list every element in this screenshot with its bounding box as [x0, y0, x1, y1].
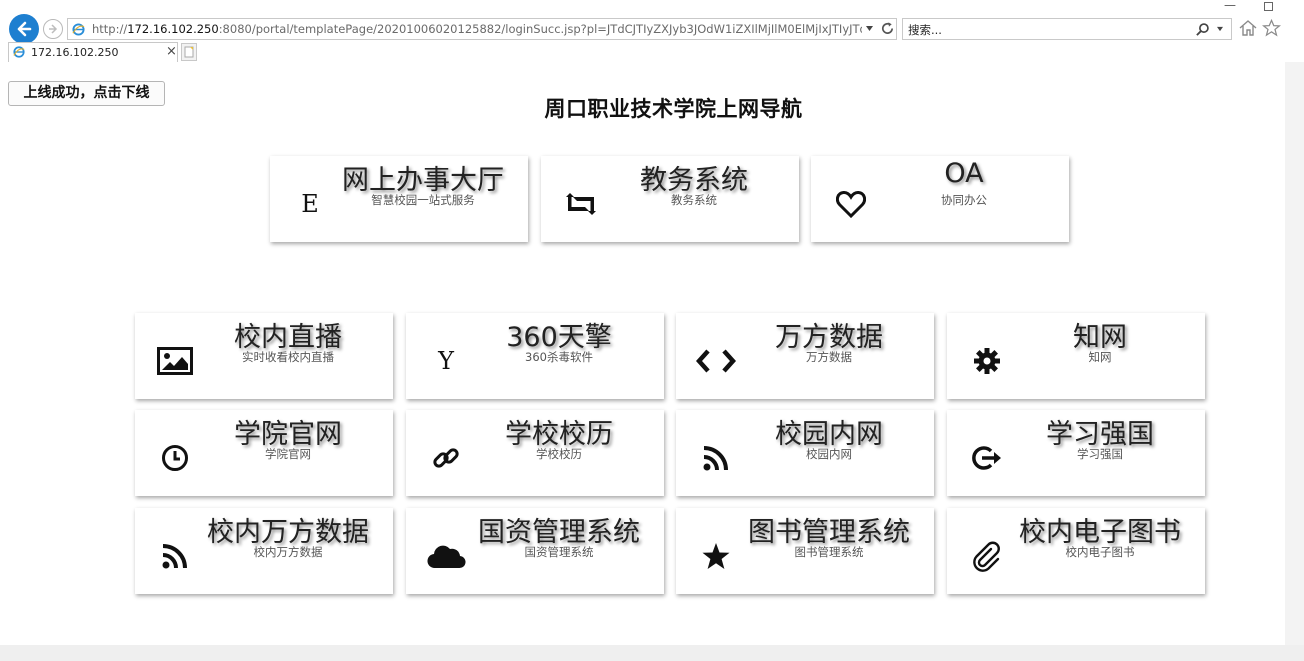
retweet-icon — [559, 182, 603, 226]
card-school-calendar[interactable]: 学校校历 学校校历 — [406, 410, 664, 496]
card-online-hall[interactable]: E 网上办事大厅 智慧校园一站式服务 — [270, 156, 528, 242]
clock-icon — [153, 436, 197, 480]
card-360[interactable]: Y 360天擎 360杀毒软件 — [406, 313, 664, 399]
back-button[interactable] — [9, 14, 39, 44]
card-subtitle: 图书管理系统 — [794, 545, 864, 559]
card-subtitle: 智慧校园一站式服务 — [371, 193, 475, 207]
rss-icon — [694, 436, 738, 480]
link-icon — [424, 436, 468, 480]
card-asset-management[interactable]: 国资管理系统 国资管理系统 — [406, 508, 664, 594]
card-subtitle: 实时收看校内直播 — [242, 350, 334, 364]
page-content: 上线成功，点击下线 周口职业技术学院上网导航 E 网上办事大厅 智慧校园一站式服… — [8, 62, 1285, 645]
card-academic-system[interactable]: 教务系统 教务系统 — [541, 156, 799, 242]
letter-y-icon: Y — [438, 347, 454, 375]
browser-tab[interactable]: 172.16.102.250 × — [8, 42, 178, 62]
code-icon — [694, 339, 738, 383]
new-tab-button[interactable] — [181, 43, 197, 61]
card-subtitle: 协同办公 — [941, 193, 987, 207]
card-subtitle: 校园内网 — [806, 447, 852, 461]
letter-e-icon: E — [301, 190, 319, 218]
card-wanfang[interactable]: 万方数据 万方数据 — [676, 313, 934, 399]
card-oa[interactable]: OA 协同办公 — [811, 156, 1069, 242]
ie-favicon-icon — [72, 23, 85, 36]
scrollbar-area — [1285, 62, 1304, 645]
paperclip-icon — [965, 534, 1009, 578]
card-internal-wanfang[interactable]: 校内万方数据 校内万方数据 — [135, 508, 393, 594]
address-bar[interactable]: http://172.16.102.250:8080/portal/templa… — [67, 18, 897, 40]
window-minimize-button[interactable]: — — [1224, 0, 1236, 12]
tab-close-button[interactable]: × — [166, 44, 177, 59]
card-subtitle: 学校校历 — [536, 447, 582, 461]
card-campus-intranet[interactable]: 校园内网 校园内网 — [676, 410, 934, 496]
card-subtitle: 360杀毒软件 — [525, 350, 593, 364]
page-title: 周口职业技术学院上网导航 — [544, 97, 803, 121]
status-bar — [0, 645, 1304, 661]
tab-favicon-icon — [13, 46, 25, 58]
address-url[interactable]: http://172.16.102.250:8080/portal/templa… — [92, 22, 862, 36]
arrow-left-icon — [17, 21, 32, 37]
search-box[interactable]: 搜索... — [902, 18, 1232, 40]
card-subtitle: 国资管理系统 — [524, 545, 594, 559]
card-subtitle: 教务系统 — [671, 193, 717, 207]
card-subtitle: 知网 — [1088, 350, 1112, 364]
card-subtitle: 校内万方数据 — [253, 545, 323, 559]
card-library-system[interactable]: 图书管理系统 图书管理系统 — [676, 508, 934, 594]
card-cnki[interactable]: 知网 知网 — [947, 313, 1205, 399]
forward-button[interactable] — [43, 19, 63, 39]
browser-chrome: — http://172.16.102.250:8080/portal/temp… — [0, 0, 1304, 62]
home-icon[interactable] — [1238, 19, 1258, 37]
arrow-right-icon — [49, 24, 58, 34]
star-icon — [694, 534, 738, 578]
tab-title: 172.16.102.250 — [31, 46, 119, 59]
window-restore-button[interactable] — [1264, 2, 1273, 11]
search-icon[interactable] — [1195, 22, 1210, 37]
card-subtitle: 学习强国 — [1077, 447, 1123, 461]
new-tab-icon — [184, 46, 194, 58]
card-xuexi-qiangguo[interactable]: 学习强国 学习强国 — [947, 410, 1205, 496]
address-dropdown-icon[interactable] — [865, 25, 874, 32]
cloud-icon — [424, 534, 468, 578]
favorites-star-icon[interactable] — [1262, 19, 1281, 37]
sign-out-icon — [965, 436, 1009, 480]
search-dropdown-icon[interactable] — [1216, 26, 1224, 32]
rss-icon — [153, 534, 197, 578]
refresh-icon[interactable] — [880, 21, 895, 36]
search-input[interactable]: 搜索... — [908, 22, 942, 38]
card-college-site[interactable]: 学院官网 学院官网 — [135, 410, 393, 496]
gear-icon — [965, 339, 1009, 383]
card-ebook-library[interactable]: 校内电子图书 校内电子图书 — [947, 508, 1205, 594]
card-campus-live[interactable]: 校内直播 实时收看校内直播 — [135, 313, 393, 399]
heart-icon — [829, 182, 873, 226]
card-subtitle: 学院官网 — [265, 447, 311, 461]
card-subtitle: 万方数据 — [806, 350, 852, 364]
picture-icon — [153, 339, 197, 383]
card-title: OA — [944, 158, 984, 189]
card-subtitle: 校内电子图书 — [1065, 545, 1135, 559]
